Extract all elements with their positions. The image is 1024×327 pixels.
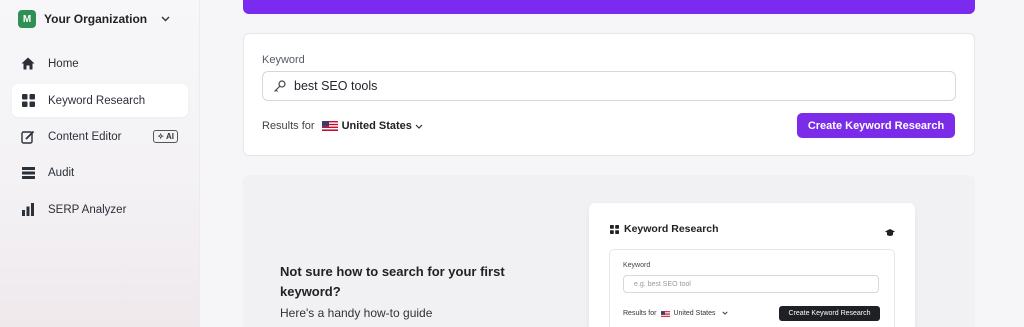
sidebar-item-label: Audit: [48, 166, 75, 179]
results-for-label: Results for: [262, 120, 315, 132]
grid-icon: [20, 93, 36, 109]
keyword-label: Keyword: [262, 54, 305, 66]
how-to-guide: Not sure how to search for your first ke…: [243, 175, 975, 327]
create-keyword-research-button[interactable]: Create Keyword Research: [797, 113, 955, 138]
guide-preview-image: Keyword Research Keyword e.g. best SEO t…: [589, 203, 915, 327]
sidebar: M Your Organization Home Keyword Researc…: [0, 0, 200, 327]
preview-header-title: Keyword Research: [624, 223, 719, 235]
bar-chart-icon: [20, 202, 36, 218]
sidebar-item-audit[interactable]: Audit: [12, 156, 188, 189]
preview-keyword-input: e.g. best SEO tool: [623, 275, 879, 293]
us-flag-icon: [321, 121, 338, 131]
graduation-cap-icon: [885, 224, 895, 242]
chevron-down-icon: [415, 121, 423, 131]
top-banner: [243, 0, 975, 14]
home-icon: [20, 56, 36, 72]
sidebar-item-serp-analyzer[interactable]: SERP Analyzer: [12, 193, 188, 226]
preview-country-selector: Results for United States: [623, 310, 728, 317]
grid-icon: [609, 224, 619, 234]
keyword-input-value: best SEO tools: [294, 79, 378, 93]
key-icon: [274, 79, 286, 92]
preview-country-value: United States: [673, 310, 716, 317]
ai-badge-label: AI: [166, 132, 174, 141]
us-flag-icon: [661, 310, 671, 317]
keyword-search-card: Keyword best SEO tools Results for Unite…: [243, 33, 975, 156]
preview-form: Keyword e.g. best SEO tool Results for U…: [609, 249, 895, 327]
org-avatar: M: [18, 10, 36, 28]
ai-badge: ✧ AI: [153, 130, 178, 143]
keyword-input[interactable]: best SEO tools: [262, 71, 956, 101]
sidebar-item-label: Keyword Research: [48, 94, 146, 107]
org-switcher[interactable]: M Your Organization: [18, 9, 170, 29]
sidebar-item-keyword-research[interactable]: Keyword Research: [12, 84, 188, 117]
chevron-down-icon: [161, 14, 170, 25]
preview-results-for-label: Results for: [623, 310, 657, 317]
chevron-down-icon: [721, 310, 728, 317]
sidebar-item-label: Home: [48, 57, 79, 70]
preview-create-button: Create Keyword Research: [779, 306, 880, 321]
edit-icon: [20, 129, 36, 145]
guide-title: Not sure how to search for your first ke…: [280, 264, 505, 299]
sidebar-item-home[interactable]: Home: [12, 47, 188, 80]
org-name: Your Organization: [44, 12, 148, 26]
preview-keyword-label: Keyword: [623, 262, 651, 269]
country-value: United States: [341, 120, 412, 132]
country-selector[interactable]: Results for United States: [262, 118, 423, 134]
sidebar-item-label: SERP Analyzer: [48, 203, 127, 216]
preview-header: Keyword Research: [609, 223, 719, 235]
sidebar-item-content-editor[interactable]: Content Editor ✧ AI: [12, 120, 188, 153]
guide-subtitle: Here's a handy how-to guide: [280, 306, 433, 320]
sidebar-item-label: Content Editor: [48, 130, 122, 143]
list-icon: [20, 165, 36, 181]
